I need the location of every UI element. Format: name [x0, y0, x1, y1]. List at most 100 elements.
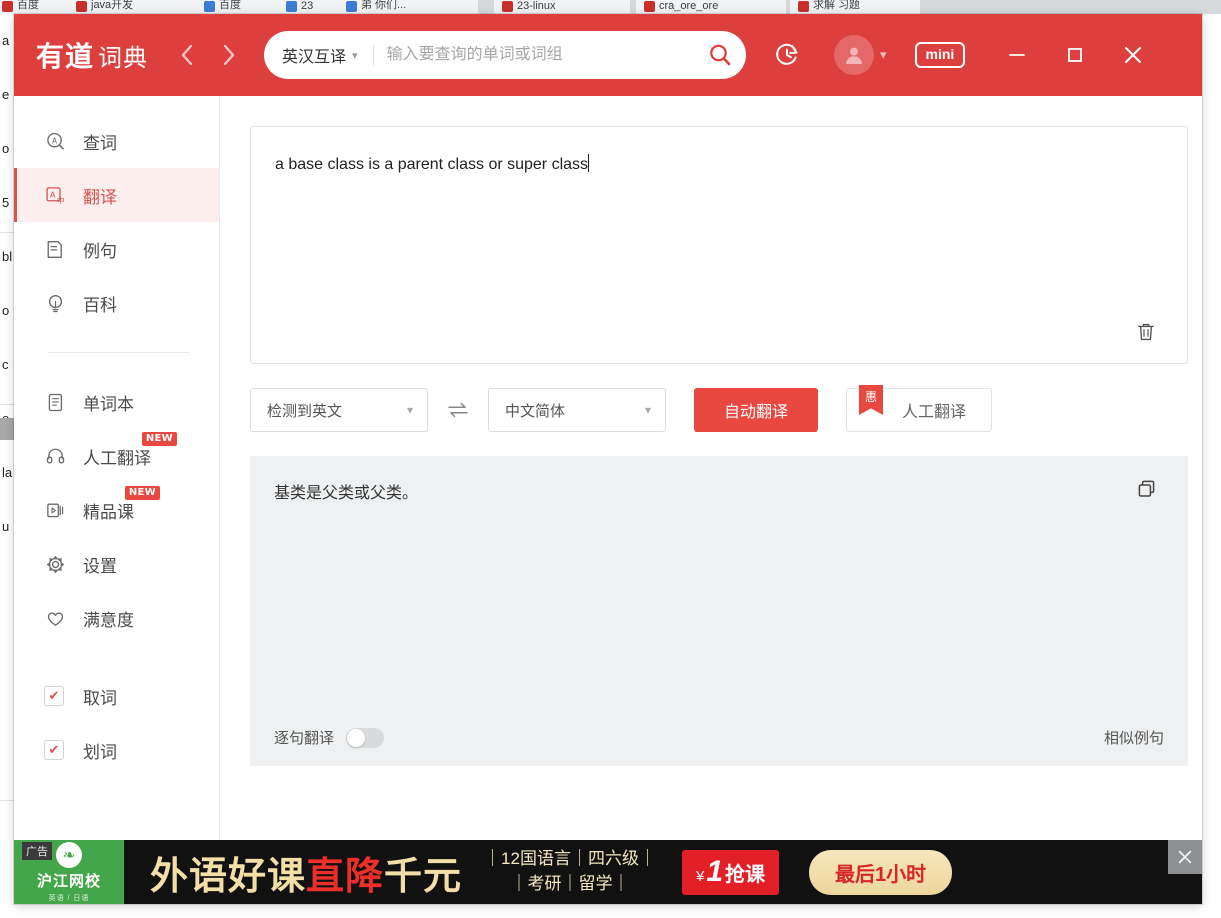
- tab-favicon-icon: [644, 1, 655, 12]
- sidebar-item-chaci[interactable]: A 查词: [14, 114, 219, 168]
- avatar: [834, 35, 875, 75]
- maximize-button[interactable]: [1053, 33, 1097, 77]
- app-logo: 有道 词典: [36, 35, 148, 75]
- sentence-translate-toggle[interactable]: [346, 727, 385, 748]
- swap-languages-button[interactable]: [428, 400, 488, 420]
- sidebar-item-label: 设置: [83, 556, 117, 576]
- browser-tab[interactable]: 百度: [0, 0, 72, 14]
- sidebar-checkbox-label: 取词: [83, 688, 117, 708]
- heart-icon: [44, 607, 67, 630]
- history-button[interactable]: [766, 34, 808, 76]
- chevron-right-icon: [223, 44, 235, 66]
- sidebar-item-rengongfanyi[interactable]: 人工翻译 NEW: [14, 429, 219, 483]
- chevron-down-icon: ▾: [644, 403, 651, 417]
- browser-tab[interactable]: 弟 你们...: [338, 0, 478, 14]
- tab-favicon-icon: [2, 1, 13, 12]
- ad-category-line: ｜考研｜留学｜: [510, 874, 630, 893]
- leaf-icon: ❧: [56, 841, 82, 868]
- ad-slogan-part2: 直降: [306, 853, 385, 898]
- browser-tab[interactable]: 23-linux: [494, 0, 630, 14]
- dictionary-mode-selector[interactable]: 英汉互译 ▾: [282, 43, 358, 67]
- browser-tab[interactable]: 百度: [196, 0, 280, 14]
- ad-close-button[interactable]: [1168, 840, 1202, 874]
- minimize-icon: [1009, 54, 1026, 56]
- ad-price-badge: ¥ 1 抢课: [681, 849, 779, 895]
- sidebar-checkbox-huaci[interactable]: ✔ 划词: [14, 723, 219, 777]
- sidebar-item-liju[interactable]: 例句: [14, 222, 219, 276]
- forward-button[interactable]: [208, 34, 250, 76]
- sidebar-item-baike[interactable]: 百科: [14, 276, 219, 330]
- tab-favicon-icon: [76, 1, 87, 12]
- sidebar-item-fanyi[interactable]: A 中 翻译: [14, 168, 219, 222]
- ad-banner[interactable]: 广告 ❧ 沪江网校 英语 / 日语 外语好课直降千元 ｜12国语言｜四六级｜ ｜…: [14, 840, 1202, 904]
- tab-favicon-icon: [502, 1, 513, 12]
- back-button[interactable]: [166, 34, 208, 76]
- mini-mode-button[interactable]: mini: [914, 42, 966, 68]
- sentence-translate-toggle-group[interactable]: 逐句翻译: [274, 727, 385, 748]
- app-body: A 查词 A 中 翻译 例句 百科 单词本 人工翻译 NEW 精品课 NEW 设…: [14, 96, 1202, 840]
- dictionary-mode-label: 英汉互译: [282, 49, 347, 66]
- target-language-select[interactable]: 中文简体 ▾: [488, 388, 666, 432]
- swap-arrows-icon: [448, 402, 468, 418]
- ad-cta-button[interactable]: 最后1小时: [809, 849, 953, 895]
- browser-tab[interactable]: 23: [278, 0, 340, 14]
- browser-tab[interactable]: 求解 习题: [790, 0, 920, 14]
- chevron-down-icon: ▾: [880, 47, 887, 62]
- translate-controls: 检测到英文 ▾ 中文简体 ▾ 自动翻译 惠 人工翻译: [250, 385, 1188, 432]
- browser-tab-label: java开发: [91, 0, 134, 11]
- text-caret: [588, 154, 590, 172]
- toggle-knob: [347, 728, 366, 747]
- sidebar-item-danciben[interactable]: 单词本: [14, 375, 219, 429]
- gear-icon: [44, 553, 67, 576]
- clear-text-button[interactable]: [1131, 317, 1161, 347]
- app-logo-word: 词典: [98, 45, 149, 72]
- source-text-box[interactable]: a base class is a parent class or super …: [250, 126, 1188, 364]
- source-text: a base class is a parent class or super …: [275, 156, 589, 173]
- sidebar-checkbox-quci[interactable]: ✔ 取词: [14, 669, 219, 723]
- search-input[interactable]: [386, 46, 701, 64]
- youdao-dictionary-window: 有道 词典 英汉互译 ▾ 输入要查询的单词或词组 ▾ mini A 查词 A 中…: [14, 14, 1202, 904]
- chevron-left-icon: [181, 44, 193, 66]
- search-button[interactable]: [700, 35, 740, 75]
- close-button[interactable]: [1111, 33, 1155, 77]
- similar-examples-link[interactable]: 相似例句: [1104, 727, 1164, 748]
- ad-brand-subtitle: 英语 / 日语: [48, 894, 90, 902]
- sidebar-item-shezhi[interactable]: 设置: [14, 537, 219, 591]
- sidebar-item-label: 百科: [83, 295, 117, 315]
- sidebar-item-label: 例句: [83, 241, 117, 261]
- sidebar-item-text: 精品课: [83, 502, 134, 522]
- chevron-down-icon: ▾: [352, 49, 358, 62]
- sentence-translate-label: 逐句翻译: [274, 730, 335, 747]
- sidebar-item-label: 查词: [83, 133, 117, 153]
- browser-tab[interactable]: java开发: [68, 0, 198, 14]
- search-word-icon: A: [44, 130, 67, 153]
- sidebar-item-jingpinke[interactable]: 精品课 NEW: [14, 483, 219, 537]
- account-menu[interactable]: ▾: [834, 35, 887, 75]
- human-translate-button[interactable]: 惠 人工翻译: [846, 385, 992, 432]
- sidebar-item-label: 单词本: [83, 394, 134, 414]
- browser-tab-label: cra_ore_ore: [659, 0, 719, 12]
- example-sentence-icon: [44, 238, 67, 261]
- svg-text:A: A: [50, 189, 56, 199]
- sidebar-item-manyidu[interactable]: 满意度: [14, 591, 219, 645]
- browser-tab[interactable]: cra_ore_ore: [636, 0, 786, 14]
- auto-translate-button[interactable]: 自动翻译: [694, 388, 818, 432]
- ad-slogan-part3: 千元: [384, 853, 463, 898]
- ad-price-currency: ¥: [695, 867, 705, 885]
- ad-price-action: 抢课: [725, 863, 765, 886]
- ad-category-list: ｜12国语言｜四六级｜ ｜考研｜留学｜: [484, 847, 656, 896]
- minimize-button[interactable]: [995, 33, 1039, 77]
- source-language-label: 检测到英文: [267, 402, 343, 420]
- search-icon: [710, 44, 731, 66]
- ad-category-line: ｜12国语言｜四六级｜: [484, 849, 656, 869]
- browser-tab-label: 23: [301, 0, 314, 12]
- sidebar-item-text: 人工翻译: [83, 448, 151, 468]
- close-icon: [1125, 47, 1142, 63]
- translation-result-text: 基类是父类或父类。: [274, 485, 419, 502]
- search-bar: 英汉互译 ▾: [264, 31, 747, 79]
- copy-result-button[interactable]: [1132, 474, 1162, 504]
- browser-tabstrip: 百度 java开发 百度 23 弟 你们... 23-linux cra_ore…: [0, 0, 1221, 14]
- source-language-select[interactable]: 检测到英文 ▾: [250, 388, 428, 432]
- target-language-label: 中文简体: [505, 402, 566, 420]
